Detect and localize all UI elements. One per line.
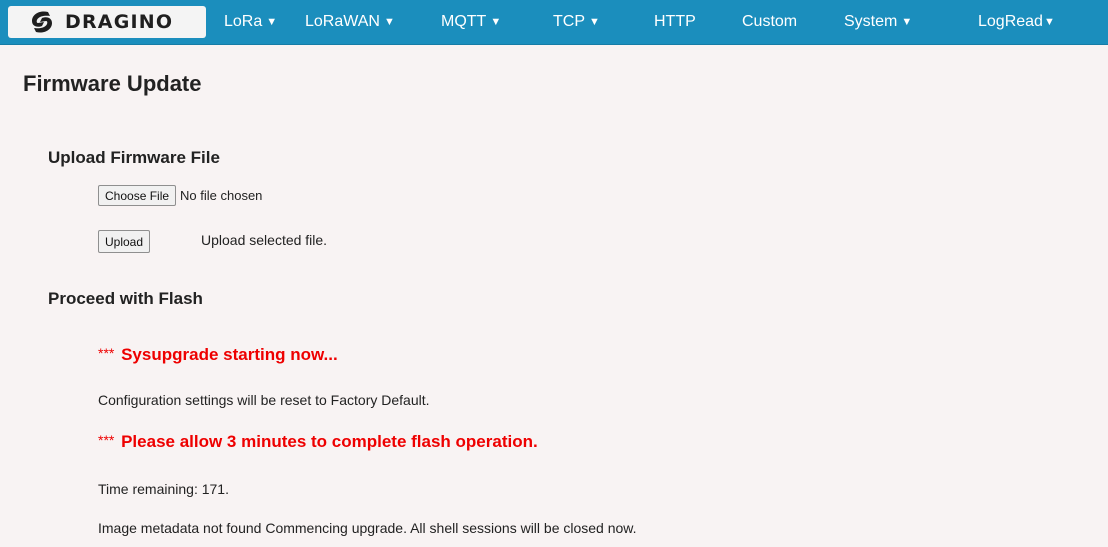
nav-label: System bbox=[844, 13, 898, 30]
nav-label: LoRa bbox=[224, 13, 263, 30]
brand-name: DRAGINO bbox=[65, 11, 174, 33]
choose-file-button[interactable]: Choose File bbox=[98, 185, 177, 206]
nav-label: LoRaWAN bbox=[305, 13, 380, 30]
dragino-logo[interactable]: DRAGINO bbox=[8, 6, 206, 38]
nav-item-custom[interactable]: Custom bbox=[742, 0, 797, 44]
nav-label: TCP bbox=[553, 13, 585, 30]
nav-item-http[interactable]: HTTP bbox=[654, 0, 696, 44]
flash-section-title: Proceed with Flash bbox=[48, 289, 203, 308]
nav-item-logread[interactable]: LogRead▼ bbox=[978, 0, 1055, 44]
page-title: Firmware Update bbox=[23, 71, 202, 96]
caret-down-icon: ▼ bbox=[589, 16, 600, 28]
alert-text: Sysupgrade starting now... bbox=[121, 345, 338, 364]
time-remaining: Time remaining: 171. bbox=[98, 481, 229, 497]
upgrade-log-message: Image metadata not found Commencing upgr… bbox=[98, 520, 637, 536]
top-navbar: DRAGINO LoRa ▼ LoRaWAN ▼ MQTT ▼ TCP ▼ HTTP C… bbox=[0, 0, 1108, 45]
dragino-swirl-icon bbox=[32, 11, 52, 33]
nav-label: LogRead bbox=[978, 13, 1043, 30]
upload-description: Upload selected file. bbox=[201, 232, 328, 248]
flash-duration-alert: *** Please allow 3 minutes to complete f… bbox=[98, 432, 538, 452]
nav-item-system[interactable]: System ▼ bbox=[844, 0, 912, 44]
upload-section-title: Upload Firmware File bbox=[48, 148, 220, 167]
alert-text: Please allow 3 minutes to complete flash… bbox=[121, 432, 538, 451]
file-picker: Choose File No file chosen bbox=[98, 185, 262, 206]
caret-down-icon: ▼ bbox=[490, 16, 502, 28]
nav-label: HTTP bbox=[654, 13, 696, 30]
nav-label: Custom bbox=[742, 13, 798, 30]
nav-label: MQTT bbox=[441, 13, 487, 30]
caret-down-icon: ▼ bbox=[1043, 16, 1055, 28]
nav-item-tcp[interactable]: TCP ▼ bbox=[553, 0, 600, 44]
nav-item-lora[interactable]: LoRa ▼ bbox=[224, 0, 277, 44]
nav-item-mqtt[interactable]: MQTT ▼ bbox=[441, 0, 501, 44]
sysupgrade-alert: *** Sysupgrade starting now... bbox=[98, 345, 338, 365]
alert-stars: *** bbox=[98, 345, 115, 361]
file-status-text: No file chosen bbox=[180, 188, 263, 203]
caret-down-icon: ▼ bbox=[901, 16, 913, 28]
upload-button[interactable]: Upload bbox=[98, 230, 151, 253]
caret-down-icon: ▼ bbox=[383, 16, 395, 28]
caret-down-icon: ▼ bbox=[266, 16, 278, 28]
alert-stars: *** bbox=[98, 432, 115, 448]
reset-notice: Configuration settings will be reset to … bbox=[98, 392, 430, 408]
nav-item-lorawan[interactable]: LoRaWAN ▼ bbox=[305, 0, 395, 44]
